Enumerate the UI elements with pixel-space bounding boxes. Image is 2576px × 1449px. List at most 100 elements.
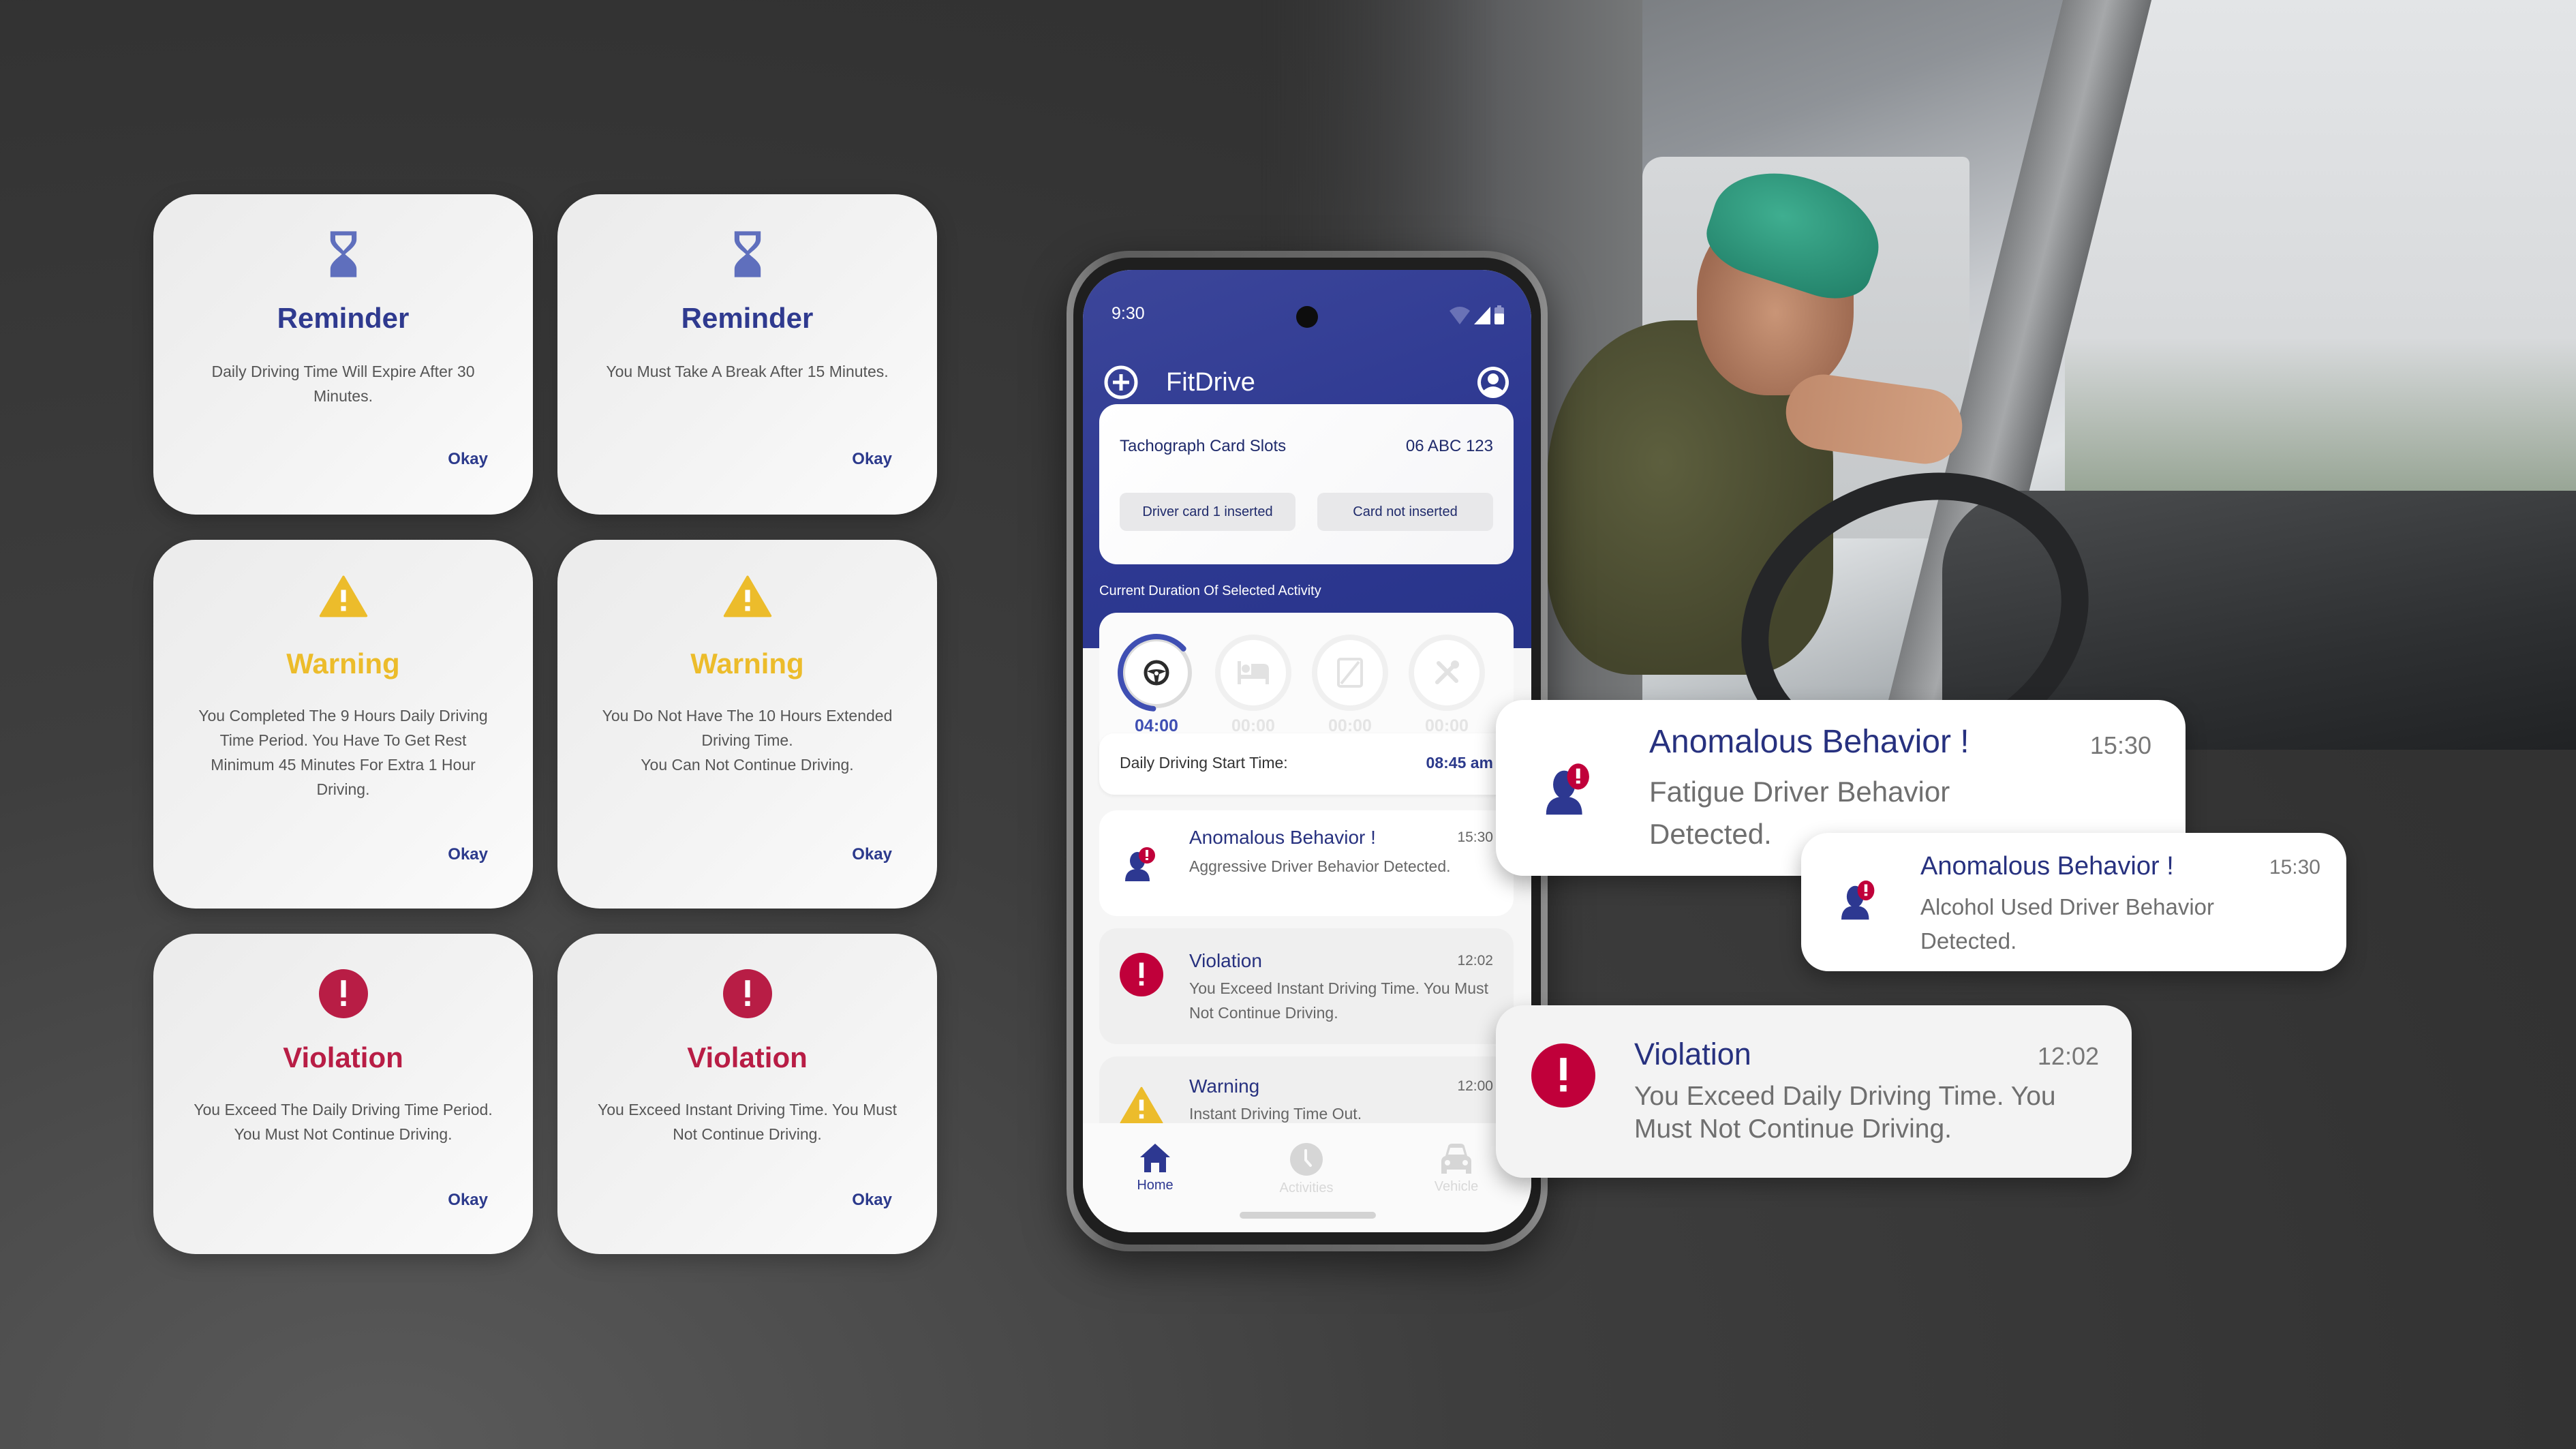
app-bar: FitDrive [1103,359,1511,406]
app-header: 9:30 FitDrive Tachograph Card Slots 06 A… [1083,270,1531,648]
violation-card: Violation You Exceed Instant Driving Tim… [557,934,937,1254]
notification-body: Alcohol Used Driver Behavior Detected. [1920,894,2215,954]
warning-card: Warning You Completed The 9 Hours Daily … [153,540,533,909]
nav-home[interactable]: Home [1107,1142,1203,1193]
front-camera [1296,306,1318,328]
feed-time: 12:00 [1457,1078,1493,1094]
tachograph-card: Tachograph Card Slots 06 ABC 123 Driver … [1099,404,1514,564]
feed-title: Warning [1189,1076,1260,1097]
duration-label: Current Duration Of Selected Activity [1099,583,1321,598]
nav-label: Vehicle [1434,1179,1479,1194]
feed-body: You Exceed Instant Driving Time. You Mus… [1189,979,1488,1022]
reminder-card: Reminder Daily Driving Time Will Expire … [153,194,533,515]
activity-selector: 04:00 00:00 00:00 00:00 [1099,613,1514,749]
driver-alert-icon [1841,880,1875,920]
feed-body: Instant Driving Time Out. [1189,1105,1362,1123]
wifi-icon [1450,307,1470,324]
notification-alcohol[interactable]: Anomalous Behavior ! 15:30 Alcohol Used … [1801,833,2346,971]
steering-wheel-icon [1144,660,1169,686]
card-slot-1[interactable]: Driver card 1 inserted [1120,493,1295,531]
gesture-bar [1240,1212,1376,1219]
card-title: Violation [283,1041,403,1073]
okay-button[interactable]: Okay [448,845,488,864]
availability-icon [1337,658,1363,688]
app-title: FitDrive [1166,367,1255,397]
card-title: Reminder [277,302,410,334]
okay-button[interactable]: Okay [852,1191,892,1210]
daily-start-row: Daily Driving Start Time: 08:45 am [1099,733,1514,795]
signal-icon [1474,307,1490,324]
feed-time: 12:02 [1457,953,1493,968]
notification-title: Violation [1634,1037,1751,1071]
nav-vehicle[interactable]: Vehicle [1409,1142,1504,1195]
feed-item-anomaly[interactable]: Anomalous Behavior ! 15:30 Aggressive Dr… [1099,810,1514,916]
exclamation-circle-icon [318,969,368,1018]
card-body: Daily Driving Time Will Expire After 30 … [211,363,475,405]
add-circle-icon[interactable] [1103,365,1139,400]
card-body: You Must Take A Break After 15 Minutes. [606,363,889,380]
card-body: You Exceed Instant Driving Time. You Mus… [598,1101,897,1143]
nav-label: Home [1137,1178,1174,1193]
notification-body: You Exceed Daily Driving Time. You Must … [1634,1082,2056,1144]
notification-title: Anomalous Behavior ! [1649,724,1969,760]
notification-violation[interactable]: Violation 12:02 You Exceed Daily Driving… [1496,1005,2132,1178]
card-title: Violation [687,1041,808,1073]
notification-time: 12:02 [2037,1042,2099,1070]
feed-time: 15:30 [1457,829,1493,845]
activity-driving[interactable]: 04:00 [1117,633,1196,736]
driver-alert-icon [1125,847,1155,881]
violation-card: Violation You Exceed The Daily Driving T… [153,934,533,1254]
hourglass-icon [734,231,761,277]
card-slot-2[interactable]: Card not inserted [1317,493,1493,531]
reminder-card: Reminder You Must Take A Break After 15 … [557,194,937,515]
notification-time: 15:30 [2269,856,2320,879]
exclamation-circle-icon [1120,953,1163,996]
hourglass-icon [330,231,356,277]
bed-icon [1238,661,1269,684]
warning-triangle-icon [1120,1086,1163,1125]
exclamation-circle-icon [1531,1043,1595,1108]
card-body: You Do Not Have The 10 Hours Extended Dr… [592,703,903,777]
feed-title: Anomalous Behavior ! [1189,827,1376,848]
warning-card: Warning You Do Not Have The 10 Hours Ext… [557,540,937,909]
card-title: Reminder [681,302,814,334]
status-icons [1450,305,1504,324]
feed-body: Aggressive Driver Behavior Detected. [1189,857,1451,875]
battery-icon [1494,305,1504,324]
clock-icon [1290,1143,1323,1176]
nav-activities[interactable]: Activities [1259,1142,1354,1196]
home-icon [1140,1144,1170,1172]
card-title: Warning [286,647,400,680]
vehicle-plate: 06 ABC 123 [1405,437,1493,455]
card-body-line: You Do Not Have The 10 Hours Extended Dr… [602,707,893,749]
card-body: You Exceed The Daily Driving Time Period… [194,1101,493,1143]
status-time: 9:30 [1111,304,1145,323]
daily-start-label: Daily Driving Start Time: [1120,754,1288,772]
feed-title: Violation [1189,950,1262,971]
card-body-line: You Can Not Continue Driving. [641,756,854,774]
account-circle-icon[interactable] [1475,365,1511,400]
bottom-navigation: Home Activities Vehicle [1083,1123,1531,1232]
notification-title: Anomalous Behavior ! [1920,852,2174,881]
card-body: You Completed The 9 Hours Daily Driving … [198,707,488,798]
driver-alert-icon [1546,763,1589,815]
warning-triangle-icon [319,575,367,617]
okay-button[interactable]: Okay [448,1191,488,1210]
okay-button[interactable]: Okay [448,450,488,469]
card-title: Warning [690,647,804,680]
daily-start-value: 08:45 am [1426,754,1493,772]
nav-label: Activities [1279,1180,1334,1195]
feed-item-violation[interactable]: Violation 12:02 You Exceed Instant Drivi… [1099,928,1514,1044]
okay-button[interactable]: Okay [852,845,892,864]
phone-mockup: 9:30 FitDrive Tachograph Card Slots 06 A… [1067,251,1548,1251]
exclamation-circle-icon [722,969,772,1018]
activity-rest[interactable]: 00:00 [1214,633,1293,736]
tools-icon [1435,660,1459,684]
car-icon [1441,1144,1471,1174]
warning-triangle-icon [723,575,771,617]
tachograph-label: Tachograph Card Slots [1120,437,1287,455]
activity-work[interactable]: 00:00 [1407,633,1486,736]
okay-button[interactable]: Okay [852,450,892,469]
activity-availability[interactable]: 00:00 [1310,633,1390,736]
notification-time: 15:30 [2089,731,2151,759]
